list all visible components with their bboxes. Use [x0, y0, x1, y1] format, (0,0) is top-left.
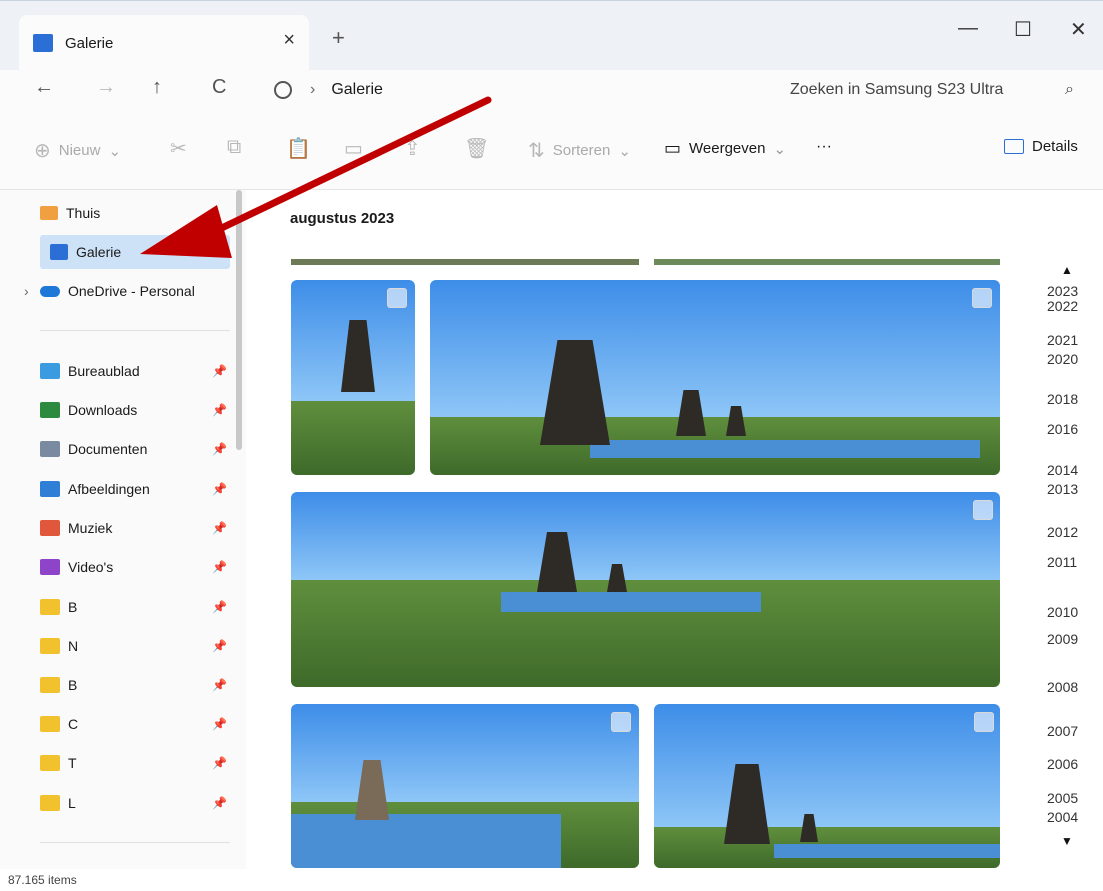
annotation-arrow: [140, 96, 492, 258]
